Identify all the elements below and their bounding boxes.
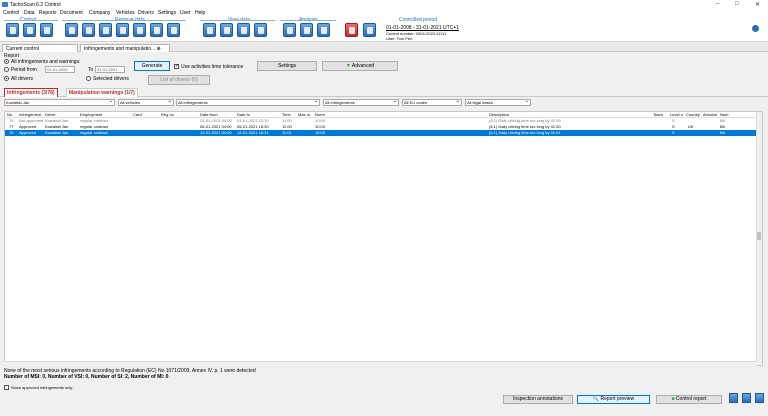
advanced-arrow-icon: ▼ — [345, 63, 351, 69]
activities-chart-icon[interactable] — [203, 23, 216, 37]
report-icon: ■ — [671, 396, 675, 402]
date-from-input[interactable]: 01-01-2008 — [45, 66, 75, 73]
title-bar: TachoScan 6.2 Control – □ ✕ — [0, 0, 768, 9]
scanner-icon[interactable] — [133, 23, 146, 37]
group-divider — [4, 20, 58, 21]
all-infringements-radio[interactable] — [4, 59, 9, 64]
cell-norm: 10:00 — [315, 130, 326, 135]
infringements-table: No Infringement Driver Employment Card R… — [4, 111, 763, 366]
document-tabs: Current control Infringements and manipu… — [0, 43, 768, 52]
tab-current-control[interactable]: Current control — [2, 44, 78, 52]
tachograph-icon[interactable] — [99, 23, 112, 37]
infringement-counts: Number of MSI: 0, Number of VSI: 0, Numb… — [4, 374, 169, 380]
vertical-scrollbar[interactable] — [756, 112, 762, 365]
advanced-button[interactable]: ▼ Advanced — [322, 61, 398, 71]
date-to-input[interactable]: 31-01-2021 — [95, 66, 125, 73]
bar-chart-icon[interactable] — [254, 23, 267, 37]
export-xml-icon[interactable] — [755, 393, 764, 403]
cell-num: B6 — [720, 130, 725, 135]
all-drivers-label: All drivers — [11, 76, 33, 82]
selected-drivers-radio[interactable] — [86, 76, 91, 81]
table-row-selected[interactable]: 78 Approved Kowalski Jan regular contrac… — [5, 130, 762, 136]
current-user: User: Tom Pen — [386, 36, 413, 41]
alerts-icon[interactable] — [345, 23, 358, 37]
generate-button[interactable]: Generate — [134, 61, 170, 71]
infringement-level-filter[interactable]: All infringements — [323, 99, 399, 106]
controlled-period: 01-01-2008 - 31-01-2021 UTC+1 Control nu… — [386, 25, 459, 41]
report-preview-button[interactable]: 🔍 Report preview — [577, 395, 650, 404]
power-icon[interactable] — [363, 23, 376, 37]
cell-date-to: 12-01-2021 16:31 — [237, 130, 269, 135]
cell-no: 78 — [9, 130, 14, 135]
new-control-icon[interactable] — [6, 23, 19, 37]
eu-codes-filter[interactable]: All EU codes — [402, 99, 462, 106]
export-pdf-icon[interactable] — [729, 393, 738, 403]
driver-filter[interactable]: Kowalski Jan — [4, 99, 115, 106]
tab-infringements-count[interactable]: Infringements (3/78) — [4, 88, 58, 97]
report-preview-label: Report preview — [600, 396, 635, 402]
speed-chart-icon[interactable] — [220, 23, 233, 37]
close-button[interactable]: ✕ — [755, 1, 760, 8]
minimize-button[interactable]: – — [716, 1, 719, 7]
time-tolerance-label: Use activities time tolerance — [181, 64, 244, 70]
settings-button[interactable]: Settings — [257, 61, 317, 71]
horizontal-scrollbar[interactable] — [4, 361, 757, 366]
all-drivers-radio[interactable] — [4, 76, 9, 81]
settings-gear-icon[interactable] — [752, 25, 759, 32]
open-control-icon[interactable] — [23, 23, 36, 37]
tab-manipulation-warnings[interactable]: Manipulation warnings (1/7) — [66, 88, 138, 97]
legal-bases-filter[interactable]: All legal bases — [465, 99, 531, 106]
tab-infringements[interactable]: Infringements and manipulatio... ⊗ — [80, 44, 170, 52]
time-tolerance-checkbox[interactable] — [174, 63, 179, 69]
group-period-label: Controlled period — [399, 17, 438, 23]
cell-description: (6.1) Daily driving time too long by 01:… — [489, 130, 561, 135]
download-icon[interactable] — [82, 23, 95, 37]
filter-bar: Kowalski Jan All vehicles All infringeme… — [0, 98, 768, 107]
cell-level: S — [672, 130, 675, 135]
ribbon-toolbar: Control Retrieve data View data Analysis… — [0, 16, 768, 42]
advanced-label: Advanced — [351, 63, 375, 69]
cell-driver: Kowalski Jan — [45, 130, 69, 135]
list-of-drivers-button[interactable]: List of drivers (0) — [148, 75, 210, 85]
group-divider — [280, 20, 336, 21]
app-logo-icon — [2, 2, 8, 7]
card-reader-icon[interactable] — [65, 23, 78, 37]
cell-infringement: Approved — [19, 130, 37, 135]
calendar-icon[interactable] — [317, 23, 330, 37]
inspection-annotations-button[interactable]: Inspection annotations — [503, 395, 573, 404]
show-approved-label: Show approved infringements only — [11, 385, 73, 390]
file-import-icon[interactable] — [167, 23, 180, 37]
all-infringements-label: All infringements and warnings: — [11, 59, 81, 65]
cell-date-from: 12-01-2021 04:00 — [200, 130, 232, 135]
disk-import-icon[interactable] — [116, 23, 129, 37]
export-excel-icon[interactable] — [742, 393, 751, 403]
vehicle-unit-icon[interactable] — [150, 23, 163, 37]
summary-footer: None of the most serious infringements a… — [4, 368, 256, 380]
events-chart-icon[interactable] — [237, 23, 250, 37]
scroll-thumb[interactable] — [757, 232, 761, 240]
menu-bar: Control Data Reports Document Company Ve… — [0, 9, 768, 16]
cell-time: 11:01 — [282, 130, 292, 135]
maximize-button[interactable]: □ — [735, 1, 739, 7]
selected-drivers-label: Selected drivers — [93, 76, 129, 82]
window-title: TachoScan 6.2 Control — [10, 2, 61, 8]
report-options-panel: Report All infringements and warnings: P… — [0, 52, 768, 90]
group-divider — [62, 20, 186, 21]
vehicle-filter[interactable]: All vehicles — [118, 99, 174, 106]
group-divider — [200, 20, 275, 21]
show-approved-checkbox[interactable] — [4, 385, 9, 390]
period-from-radio[interactable] — [4, 67, 9, 72]
preview-icon: 🔍 — [592, 396, 600, 402]
to-label: To — [88, 67, 94, 73]
results-tabs: Infringements (3/78) Manipulation warnin… — [0, 88, 768, 97]
control-report-label: Control report — [675, 396, 707, 402]
infringement-type-filter[interactable]: All infringements — [176, 99, 320, 106]
cell-employment: regular contract — [80, 130, 108, 135]
period-from-label: Period from — [11, 67, 37, 73]
legal-icon[interactable] — [300, 23, 313, 37]
control-report-button[interactable]: ■ Control report — [656, 395, 722, 404]
analysis-settings-icon[interactable] — [283, 23, 296, 37]
close-control-icon[interactable] — [40, 23, 53, 37]
